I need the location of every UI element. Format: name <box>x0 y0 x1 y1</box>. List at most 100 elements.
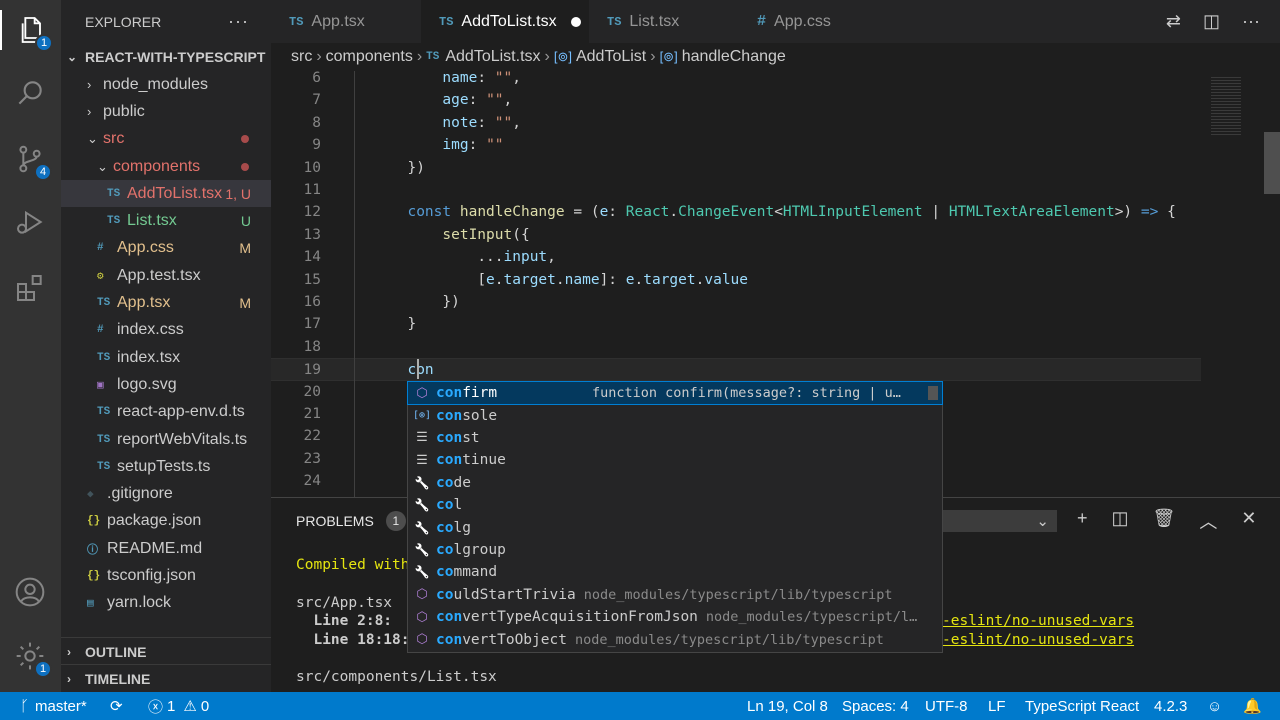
suggestion-item[interactable]: ⬡ convertTypeAcquisitionFromJson node_modu… <box>408 606 942 628</box>
explorer-item[interactable]: TS reportWebVitals.ts <box>61 426 271 453</box>
suggestion-item[interactable]: ⬡ confirm function confirm(message?: strin… <box>407 380 943 406</box>
account-icon[interactable] <box>10 572 50 612</box>
minimap[interactable] <box>1203 71 1265 497</box>
explorer-item[interactable]: # App.css M <box>61 235 271 262</box>
notifications-bell-icon[interactable]: 🔔 <box>1243 692 1262 720</box>
trash-icon[interactable]: 🗑 <box>1153 508 1176 534</box>
code-line[interactable]: 15 [e.target.name]: e.target.value <box>271 269 1201 291</box>
chevron-right-icon: › <box>67 671 71 686</box>
tab-list-tsx[interactable]: TS List.tsx <box>589 0 739 43</box>
source-control-icon[interactable]: 4 <box>10 139 52 181</box>
code-line[interactable]: 19 con <box>271 358 1201 381</box>
split-editor-icon[interactable]: ◫ <box>1203 11 1220 32</box>
tab-app-tsx[interactable]: TS App.tsx <box>271 0 421 43</box>
explorer-item[interactable]: ▣ logo.svg <box>61 371 271 398</box>
tab-app-css[interactable]: # App.css <box>739 0 889 43</box>
sync-icon[interactable]: ⟳ <box>110 692 123 720</box>
code-line[interactable]: 9 img: "" <box>271 134 1201 156</box>
branch-status[interactable]: ᚴ master* <box>20 692 87 720</box>
code-line[interactable]: 7 age: "", <box>271 89 1201 111</box>
tab-problems[interactable]: PROBLEMS 1 <box>296 511 406 531</box>
explorer-item[interactable]: ◆ .gitignore <box>61 480 271 507</box>
code-line[interactable]: 11 <box>271 179 1201 201</box>
code-line[interactable]: 14 ...input, <box>271 246 1201 268</box>
suggestion-item[interactable]: ⬡ convertToObject node_modules/typescript/… <box>408 628 942 650</box>
indentation[interactable]: Spaces: 4 <box>842 692 909 720</box>
typescript-version[interactable]: 4.2.3 <box>1154 692 1187 720</box>
explorer-item[interactable]: TS setupTests.ts <box>61 453 271 480</box>
suggestion-item[interactable]: 🔧 code <box>408 472 942 494</box>
vertical-scrollbar[interactable] <box>1264 132 1280 194</box>
timeline-section[interactable]: › TIMELINE <box>61 664 271 692</box>
tab-addtolist-tsx[interactable]: TS AddToList.tsx <box>421 0 589 43</box>
settings-gear-icon[interactable]: 1 <box>10 636 52 678</box>
code-line[interactable]: 10 }) <box>271 157 1201 179</box>
tab-label: AddToList.tsx <box>461 12 557 30</box>
suggestion-item[interactable]: ⬡ couldStartTrivia node_modules/typescript… <box>408 584 942 606</box>
explorer-item[interactable]: ⌄ src <box>61 126 271 153</box>
unsaved-dot-icon[interactable] <box>570 16 581 27</box>
feedback-icon[interactable]: ☺ <box>1207 692 1222 720</box>
code-line[interactable]: 16 }) <box>271 291 1201 313</box>
more-actions-icon[interactable]: ··· <box>228 11 249 32</box>
search-icon[interactable] <box>10 73 50 113</box>
project-header[interactable]: ⌄ REACT-WITH-TYPESCRIPT <box>61 43 271 71</box>
code-line[interactable]: 17 } <box>271 313 1201 335</box>
terminal-select[interactable]: ⌄ <box>943 510 1057 532</box>
suggestion-item[interactable]: ☰ continue <box>408 449 942 471</box>
suggestion-item[interactable]: 🔧 colgroup <box>408 539 942 561</box>
explorer-item[interactable]: TS App.tsx M <box>61 289 271 316</box>
explorer-item[interactable]: {} tsconfig.json <box>61 562 271 589</box>
end-of-line[interactable]: LF <box>988 692 1006 720</box>
explorer-item-label: tsconfig.json <box>107 566 196 584</box>
terminal-rule-link[interactable]: -eslint/no-unused-vars <box>942 632 1134 648</box>
read-more-icon[interactable] <box>928 386 938 401</box>
suggestion-item[interactable]: 🔧 command <box>408 561 942 583</box>
new-terminal-icon[interactable]: + <box>1077 508 1088 534</box>
suggestion-item[interactable]: [⊚] console <box>408 404 942 426</box>
explorer-item[interactable]: ▤ yarn.lock <box>61 590 271 617</box>
outline-section[interactable]: › OUTLINE <box>61 637 271 665</box>
explorer-item[interactable]: › node_modules <box>61 71 271 98</box>
encoding[interactable]: UTF-8 <box>925 692 968 720</box>
suggestion-item[interactable]: ☰ const <box>408 427 942 449</box>
explorer-item[interactable]: TS index.tsx <box>61 344 271 371</box>
explorer-item[interactable]: ⚙ App.test.tsx <box>61 262 271 289</box>
breadcrumb-components[interactable]: components <box>326 48 413 66</box>
code-line[interactable]: 12 const handleChange = (e: React.Change… <box>271 201 1201 223</box>
suggestion-item[interactable]: 🔧 colg <box>408 516 942 538</box>
breadcrumb-file[interactable]: AddToList.tsx <box>445 48 540 66</box>
code-line[interactable]: 18 <box>271 336 1201 358</box>
explorer-item[interactable]: # index.css <box>61 317 271 344</box>
explorer-icon[interactable]: 1 <box>0 10 61 52</box>
explorer-item[interactable]: ⓘ README.md <box>61 535 271 562</box>
cursor-position[interactable]: Ln 19, Col 8 <box>747 692 828 720</box>
code-line[interactable]: 8 note: "", <box>271 112 1201 134</box>
explorer-item[interactable]: › public <box>61 98 271 125</box>
explorer-item[interactable]: TS react-app-env.d.ts <box>61 399 271 426</box>
terminal-rule-link[interactable]: -eslint/no-unused-vars <box>942 613 1134 629</box>
breadcrumb-src[interactable]: src <box>291 48 312 66</box>
close-icon[interactable]: ✕ <box>1241 508 1256 534</box>
line-number: 7 <box>312 92 321 109</box>
language-mode[interactable]: TypeScript React <box>1025 692 1139 720</box>
problems-status[interactable]: ⓧ 1 ⚠ 0 <box>148 692 209 720</box>
suggestion-item[interactable]: 🔧 col <box>408 494 942 516</box>
explorer-item[interactable]: ⌄ components <box>61 153 271 180</box>
compare-changes-icon[interactable]: ⇄ <box>1166 11 1181 32</box>
breadcrumb-function[interactable]: handleChange <box>682 48 786 66</box>
extensions-icon[interactable] <box>10 268 50 308</box>
suggestion-match: co <box>436 586 454 603</box>
explorer-item[interactable]: TS List.tsx U <box>61 207 271 234</box>
more-actions-icon[interactable]: ··· <box>1242 11 1260 32</box>
code-line[interactable]: 13 setInput({ <box>271 224 1201 246</box>
split-terminal-icon[interactable]: ◫ <box>1112 508 1129 534</box>
breadcrumb-component[interactable]: AddToList <box>576 48 646 66</box>
file-type-icon: # <box>97 324 104 337</box>
explorer-item[interactable]: {} package.json <box>61 508 271 535</box>
explorer-item[interactable]: TS AddToList.tsx 1, U <box>61 180 271 208</box>
activity-bar: 1 4 1 <box>0 0 61 692</box>
code-line[interactable]: 6 name: "", <box>271 71 1201 89</box>
run-debug-icon[interactable] <box>10 202 50 242</box>
maximize-panel-icon[interactable]: ︿ <box>1199 508 1217 534</box>
